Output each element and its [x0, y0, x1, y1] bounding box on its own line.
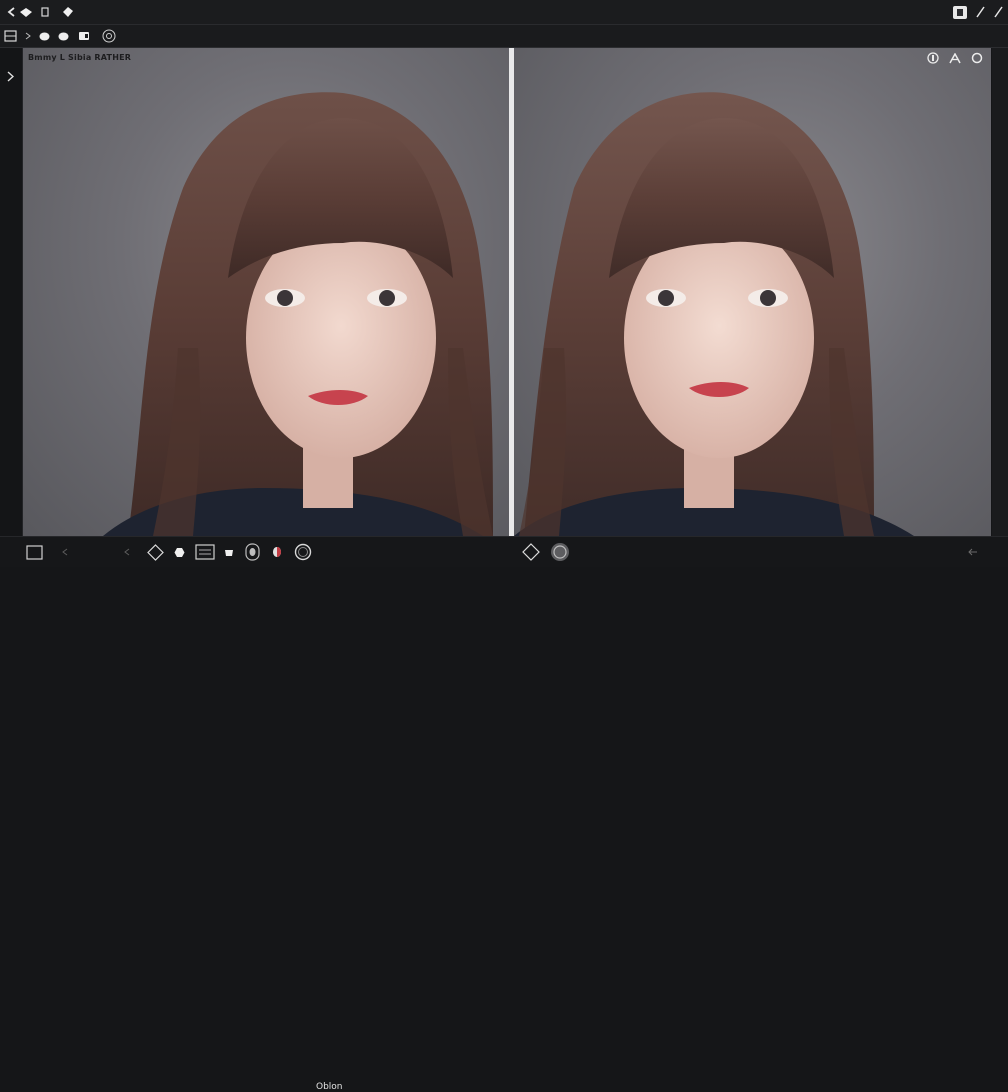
bottom-toolbar: Oblon — [0, 536, 1008, 1092]
image-comparison-viewer: Bmmy L Sibia RATHER — [23, 48, 991, 536]
red-dot-icon[interactable] — [270, 545, 284, 559]
portrait-image-right — [514, 92, 914, 536]
diamond-outline-icon[interactable] — [521, 542, 541, 562]
original-image-pane[interactable]: Bmmy L Sibia RATHER — [23, 48, 509, 536]
overlay-label: Bmmy L Sibia RATHER — [28, 53, 132, 62]
document-icon[interactable] — [40, 5, 50, 19]
circle-filled-icon[interactable] — [57, 29, 69, 43]
chevron-left-icon[interactable] — [122, 545, 132, 559]
back-icon[interactable] — [5, 5, 17, 19]
panel-icon[interactable] — [3, 28, 17, 44]
left-arrow-icon[interactable] — [966, 545, 980, 559]
chevron-left-icon[interactable] — [60, 545, 70, 559]
arrow-icon[interactable] — [24, 28, 32, 44]
pen-icon[interactable] — [992, 4, 1004, 20]
expand-chevron-icon[interactable] — [4, 68, 16, 84]
diamond-icon[interactable] — [146, 543, 164, 561]
bucket-icon[interactable] — [223, 545, 235, 559]
ring-icon[interactable] — [293, 542, 313, 562]
title-bar — [0, 0, 1008, 25]
portrait-image-left — [103, 92, 493, 536]
film-icon[interactable] — [194, 543, 216, 561]
text-a-icon[interactable] — [948, 51, 962, 65]
circle-icon[interactable] — [970, 51, 984, 65]
tag-icon[interactable] — [61, 5, 75, 19]
left-sidebar — [0, 48, 23, 536]
window-icon[interactable] — [951, 4, 969, 20]
circle-icon[interactable] — [38, 29, 50, 43]
rectangle-icon[interactable] — [77, 29, 91, 43]
layers-icon[interactable] — [18, 5, 34, 19]
right-strip — [992, 48, 1008, 536]
badge-circle-icon[interactable] — [549, 541, 571, 563]
square-icon[interactable] — [25, 543, 43, 561]
toolbar — [0, 25, 1008, 48]
hexagon-icon[interactable] — [172, 545, 186, 559]
badge-icon[interactable] — [243, 542, 261, 562]
processed-image-pane[interactable] — [514, 48, 991, 536]
at-icon[interactable] — [101, 28, 117, 44]
pen-icon[interactable] — [974, 4, 986, 20]
bottom-label: Oblon — [316, 1082, 343, 1092]
info-icon[interactable] — [926, 51, 940, 65]
